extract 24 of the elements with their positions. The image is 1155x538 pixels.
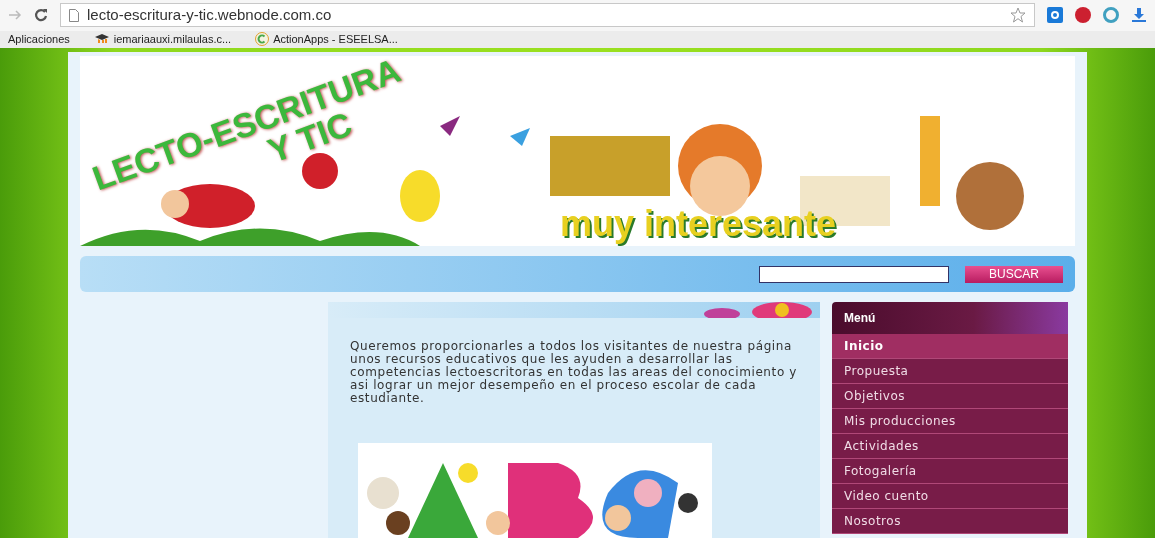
- banner-slogan: muy interesante: [560, 206, 837, 242]
- url-text: lecto-escritura-y-tic.webnode.com.co: [87, 5, 333, 26]
- menu-item[interactable]: Nosotros: [832, 509, 1068, 534]
- page-icon: [69, 8, 79, 22]
- extension-icon[interactable]: [1047, 7, 1063, 24]
- menu-item[interactable]: Actividades: [832, 434, 1068, 459]
- search-field[interactable]: [759, 265, 949, 283]
- bookmark[interactable]: Aplicaciones: [8, 31, 70, 48]
- bookmark[interactable]: ActionApps - ESEELSA...: [255, 31, 398, 48]
- search-button[interactable]: BUSCAR: [965, 265, 1063, 283]
- star-icon[interactable]: [1010, 7, 1026, 24]
- reload-icon[interactable]: [34, 8, 48, 23]
- graduation-cap-icon: [93, 33, 110, 46]
- menu-item[interactable]: Inicio: [832, 334, 1068, 359]
- download-icon[interactable]: [1131, 7, 1147, 24]
- bookmark[interactable]: iemariaauxi.milaulas.c...: [93, 31, 232, 48]
- intro-paragraph: Queremos proporcionarles a todos los visitantes de nuestra página unos recursos educativos que les ayuden a desarrollar las competencias lectoescritoras en todas las areas del conocimiento y asi lograr un mejor desempeño en el proceso escolar de cada estudiante.: [350, 340, 798, 405]
- menu-item[interactable]: Propuesta: [832, 359, 1068, 384]
- menu-title: Menú: [844, 310, 877, 327]
- menu-item[interactable]: Fotogalería: [832, 459, 1068, 484]
- address-bar[interactable]: lecto-escritura-y-tic.webnode.com.co: [60, 3, 1035, 28]
- menu-item[interactable]: Objetivos: [832, 384, 1068, 409]
- menu-item[interactable]: Mis producciones: [832, 409, 1068, 434]
- menu-item[interactable]: Video cuento: [832, 484, 1068, 509]
